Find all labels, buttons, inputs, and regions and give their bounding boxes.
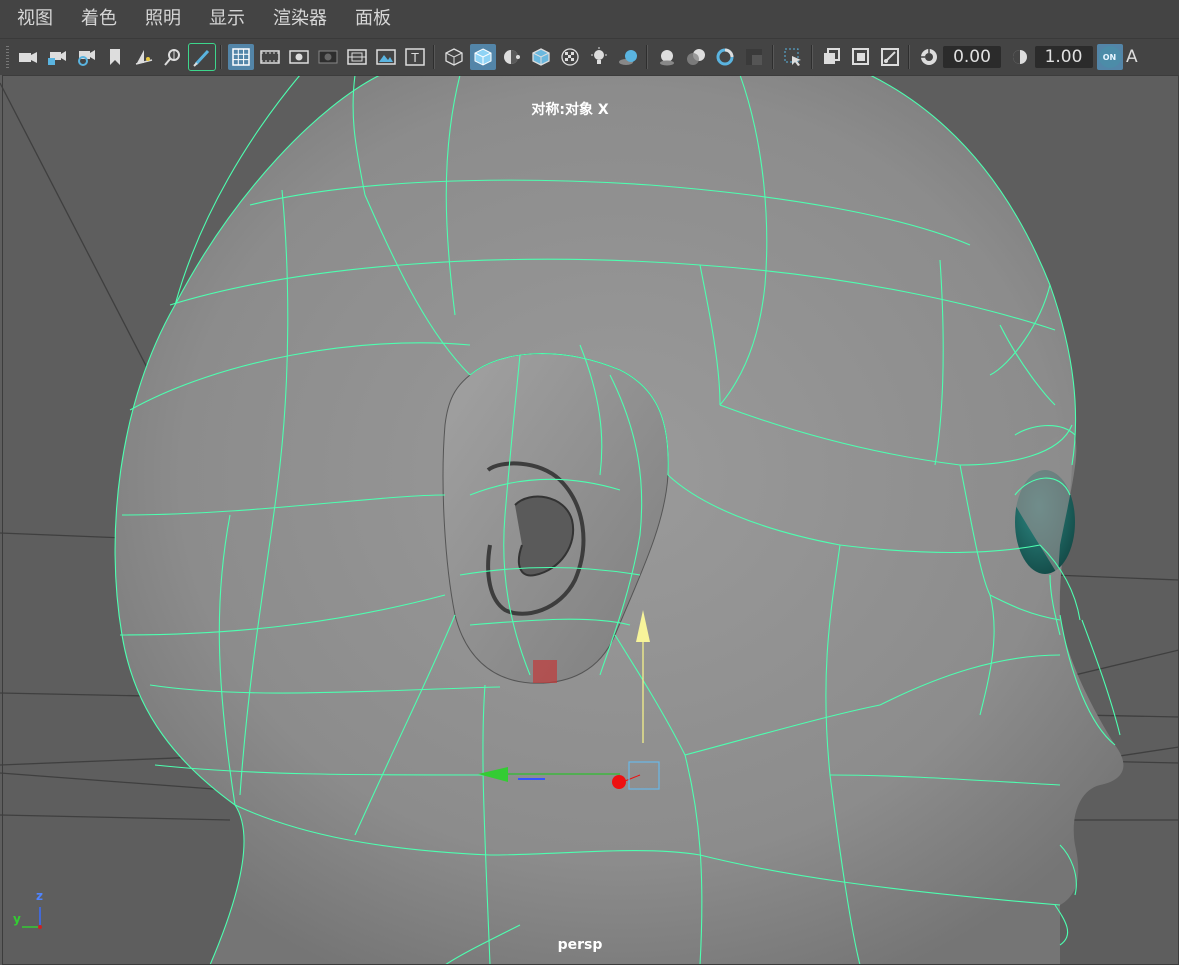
camera-attributes-icon[interactable] xyxy=(73,44,99,70)
gate-mask-icon[interactable] xyxy=(315,44,341,70)
toolbar-separator xyxy=(811,45,813,69)
svg-text:T: T xyxy=(410,51,419,65)
field-chart-icon[interactable] xyxy=(344,44,370,70)
trailing-toolbar-letter[interactable]: A xyxy=(1124,47,1138,67)
default-material-icon[interactable] xyxy=(499,44,525,70)
toolbar-separator xyxy=(220,45,222,69)
depth-of-field-icon[interactable] xyxy=(741,44,767,70)
toolbar-grip[interactable] xyxy=(6,46,9,68)
axis-z-label: z xyxy=(36,889,43,903)
anti-alias-icon[interactable] xyxy=(712,44,738,70)
motion-blur-icon[interactable] xyxy=(683,44,709,70)
menu-shading[interactable]: 着色 xyxy=(65,0,129,38)
xray-joints-icon[interactable] xyxy=(819,44,845,70)
toolbar-separator xyxy=(646,45,648,69)
gamma-icon[interactable] xyxy=(1007,44,1033,70)
xray-all-icon[interactable] xyxy=(877,44,903,70)
menu-bar: 视图 着色 照明 显示 渲染器 面板 xyxy=(0,0,1179,38)
menu-show[interactable]: 显示 xyxy=(193,0,257,38)
shadows-icon[interactable] xyxy=(615,44,641,70)
menu-renderer[interactable]: 渲染器 xyxy=(257,0,339,38)
symmetry-label: 对称:对象 X xyxy=(531,102,609,118)
axis-x-dot xyxy=(38,925,42,929)
camera-lock-icon[interactable] xyxy=(44,44,70,70)
exposure-icon[interactable] xyxy=(916,44,942,70)
scene-canvas[interactable] xyxy=(0,75,1179,965)
wireframe-icon[interactable] xyxy=(441,44,467,70)
2d-pan-zoom-icon[interactable] xyxy=(160,44,186,70)
isolate-select-icon[interactable] xyxy=(780,44,806,70)
color-management-icon[interactable]: ON xyxy=(1096,44,1123,70)
lighting-icon[interactable] xyxy=(586,44,612,70)
film-gate-icon[interactable] xyxy=(257,44,283,70)
camera-name-label: persp xyxy=(557,937,603,953)
grid-icon[interactable] xyxy=(227,44,254,70)
camera-select-icon[interactable] xyxy=(15,44,41,70)
menu-panels[interactable]: 面板 xyxy=(339,0,403,38)
grease-pencil-icon[interactable] xyxy=(187,43,216,71)
panel-toolbar: T 0.00 1.00 ON A xyxy=(0,38,1179,75)
menu-view[interactable]: 视图 xyxy=(0,0,65,38)
manip-plane-handle xyxy=(533,660,557,683)
view-axis-indicator xyxy=(22,907,42,929)
bookmark-icon[interactable] xyxy=(102,44,128,70)
safe-action-icon[interactable] xyxy=(373,44,399,70)
resolution-gate-icon[interactable] xyxy=(286,44,312,70)
toolbar-separator xyxy=(908,45,910,69)
safe-title-icon[interactable]: T xyxy=(402,44,428,70)
xray-icon[interactable] xyxy=(557,44,583,70)
menu-lighting[interactable]: 照明 xyxy=(129,0,193,38)
wireframe-on-shaded-icon[interactable] xyxy=(528,44,554,70)
toolbar-separator xyxy=(433,45,435,69)
xray-active-icon[interactable] xyxy=(848,44,874,70)
smooth-shade-icon[interactable] xyxy=(469,44,496,70)
exposure-field[interactable]: 0.00 xyxy=(943,46,1001,68)
gamma-field[interactable]: 1.00 xyxy=(1034,46,1093,68)
image-plane-icon[interactable] xyxy=(131,44,157,70)
manip-x-handle xyxy=(612,775,626,789)
axis-y-label: y xyxy=(13,912,21,926)
viewport-persp[interactable]: 对称:对象 X persp z y xyxy=(0,75,1179,965)
toolbar-separator xyxy=(772,45,774,69)
ambient-occlusion-icon[interactable] xyxy=(654,44,680,70)
